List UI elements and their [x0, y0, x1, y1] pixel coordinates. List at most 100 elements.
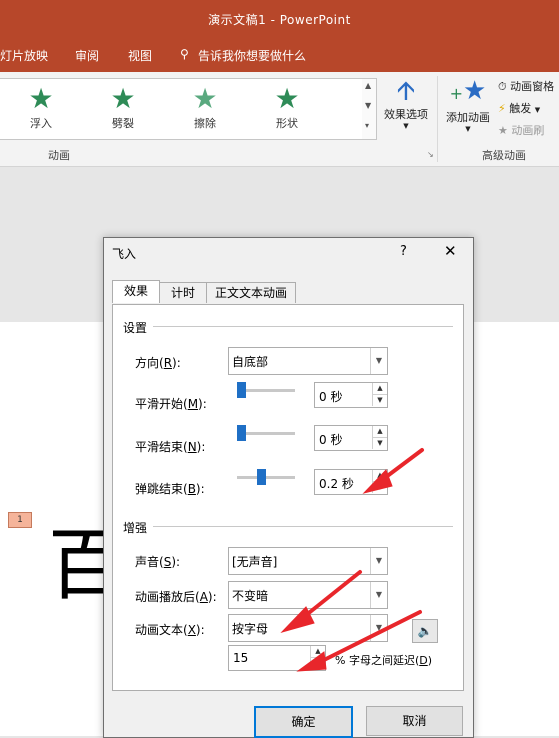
tell-me-search[interactable]: 告诉我你想要做什么	[198, 47, 306, 64]
animation-gallery: ★ 浮入 ★ 劈裂 ★ 擦除 ★ 形状	[0, 78, 363, 140]
effect-panel: 设置 方向(R): 自底部 ▼ 平滑开始(M): 0 秒 ▲ ▼ 平滑结束(N)…	[112, 304, 464, 691]
spin-down-icon[interactable]: ▼	[310, 658, 325, 669]
smooth-start-label: 平滑开始(M):	[135, 397, 207, 411]
bounce-end-value: 0.2 秒	[319, 477, 354, 491]
letter-delay-label: % 字母之间延迟(D)	[335, 654, 433, 667]
sound-select[interactable]: [无声音] ▼	[228, 547, 388, 575]
tab-timing[interactable]: 计时	[159, 282, 207, 303]
painter-icon: ★	[498, 124, 508, 137]
trigger-label: 触发	[509, 102, 532, 115]
close-icon[interactable]: ✕	[444, 242, 457, 260]
gallery-item-split[interactable]: ★ 劈裂	[98, 85, 148, 131]
animation-order-badge[interactable]: 1	[8, 512, 32, 528]
gallery-item-wipe[interactable]: ★ 擦除	[180, 85, 230, 131]
help-icon[interactable]: ?	[400, 244, 407, 259]
gallery-scroll[interactable]: ▲ ▼ ▾	[362, 78, 377, 140]
gallery-item-shape[interactable]: ★ 形状	[262, 85, 312, 131]
add-animation-button[interactable]: +★ 添加动画 ▼	[440, 76, 496, 133]
wipe-star-icon: ★	[192, 82, 218, 115]
menu-bar: 灯片放映 审阅 视图 ⚲ 告诉我你想要做什么	[0, 36, 559, 72]
group-label-advanced: 高级动画	[482, 149, 526, 162]
ok-button[interactable]: 确定	[254, 706, 353, 738]
lightning-icon: ⚡	[498, 102, 506, 115]
gallery-item-float-in[interactable]: ★ 浮入	[16, 85, 66, 131]
bounce-end-track	[237, 476, 295, 479]
spin-up-icon[interactable]: ▲	[372, 426, 387, 438]
title-bar: 演示文稿1 - PowerPoint	[0, 0, 559, 36]
sound-value: [无声音]	[232, 555, 278, 569]
direction-label: 方向(R):	[135, 356, 181, 370]
spin-down-icon[interactable]: ▼	[372, 438, 387, 449]
window-title: 演示文稿1 - PowerPoint	[208, 13, 351, 27]
menu-review[interactable]: 审阅	[75, 47, 99, 64]
animation-pane-label: 动画窗格	[510, 80, 555, 93]
smooth-end-slider[interactable]	[237, 425, 246, 441]
scroll-up-icon[interactable]: ▲	[365, 81, 371, 90]
spin-down-icon[interactable]: ▼	[372, 482, 387, 493]
bounce-end-label: 弹跳结束(B):	[135, 482, 205, 496]
smooth-start-spinner[interactable]: 0 秒 ▲ ▼	[314, 382, 388, 408]
chevron-down-icon: ▼	[370, 348, 387, 374]
scroll-down-icon[interactable]: ▼	[365, 101, 371, 110]
add-animation-label: 添加动画	[446, 111, 490, 124]
chevron-down-icon: ▼	[465, 125, 471, 133]
animation-painter-button[interactable]: ★ 动画刷	[498, 122, 544, 138]
gallery-label: 劈裂	[112, 117, 134, 130]
bounce-end-slider[interactable]	[257, 469, 266, 485]
direction-value: 自底部	[232, 355, 269, 369]
chevron-down-icon: ▼	[370, 582, 387, 608]
dialog-title: 飞入	[112, 247, 137, 261]
split-star-icon: ★	[110, 82, 136, 115]
fly-in-dialog: 飞入 ? ✕ 效果 计时 正文文本动画 设置 方向(R): 自底部 ▼ 平滑开始…	[103, 237, 474, 738]
gallery-more-icon[interactable]: ▾	[365, 121, 369, 130]
letter-delay-value: 15	[233, 651, 249, 665]
chevron-down-icon: ▼	[370, 548, 387, 574]
group-label-animation: 动画	[48, 149, 70, 162]
smooth-start-slider[interactable]	[237, 382, 246, 398]
direction-select[interactable]: 自底部 ▼	[228, 347, 388, 375]
sound-label: 声音(S):	[135, 555, 181, 569]
spin-up-icon[interactable]: ▲	[372, 470, 387, 482]
shape-star-icon: ★	[274, 82, 300, 115]
menu-view[interactable]: 视图	[128, 47, 152, 64]
menu-slideshow[interactable]: 灯片放映	[0, 47, 48, 64]
smooth-end-value: 0 秒	[319, 433, 343, 447]
enhance-section-title: 增强	[123, 521, 148, 535]
tab-effect[interactable]: 效果	[112, 280, 160, 303]
ribbon-separator	[437, 76, 438, 162]
speaker-icon[interactable]: 🔈	[412, 619, 438, 643]
ribbon: ​ ★ 浮入 ★ 劈裂 ★ 擦除 ★ 形状 ▲ ▼ ▾ 动画 ↘ 🡩 效果选项 …	[0, 72, 559, 167]
smooth-end-spinner[interactable]: 0 秒 ▲ ▼	[314, 425, 388, 451]
after-animation-label: 动画播放后(A):	[135, 590, 217, 604]
chevron-down-icon: ▼	[370, 615, 387, 641]
section-divider	[153, 326, 453, 327]
chevron-down-icon: ▼	[534, 106, 541, 114]
spin-down-icon[interactable]: ▼	[372, 395, 387, 406]
chevron-down-icon: ▼	[403, 122, 409, 130]
spin-up-icon[interactable]: ▲	[372, 383, 387, 395]
trigger-button[interactable]: ⚡ 触发 ▼	[498, 100, 540, 116]
up-arrow-icon: 🡩	[396, 76, 416, 106]
animate-text-label: 动画文本(X):	[135, 623, 205, 637]
animation-painter-label: 动画刷	[511, 124, 545, 137]
letter-delay-spinner[interactable]: 15 ▲ ▼	[228, 645, 326, 671]
bounce-end-spinner[interactable]: 0.2 秒 ▲ ▼	[314, 469, 388, 495]
smooth-end-label: 平滑结束(N):	[135, 440, 206, 454]
cancel-button[interactable]: 取消	[366, 706, 463, 736]
tab-text-animation[interactable]: 正文文本动画	[206, 282, 296, 303]
gallery-label: 浮入	[30, 117, 52, 130]
settings-section-title: 设置	[123, 321, 148, 335]
animation-pane-button[interactable]: ⏱ 动画窗格	[498, 78, 554, 94]
animate-text-value: 按字母	[232, 622, 269, 636]
float-in-star-icon: ★	[28, 82, 54, 115]
smooth-start-value: 0 秒	[319, 390, 343, 404]
pane-icon: ⏱	[498, 80, 507, 93]
dialog-launcher-icon[interactable]: ↘	[427, 150, 434, 159]
animate-text-select[interactable]: 按字母 ▼	[228, 614, 388, 642]
effect-options-button[interactable]: 🡩 效果选项 ▼	[378, 76, 434, 130]
section-divider	[153, 526, 453, 527]
gallery-label: 形状	[276, 117, 298, 130]
spin-up-icon[interactable]: ▲	[310, 646, 325, 658]
gallery-label: 擦除	[194, 117, 216, 130]
after-animation-select[interactable]: 不变暗 ▼	[228, 581, 388, 609]
